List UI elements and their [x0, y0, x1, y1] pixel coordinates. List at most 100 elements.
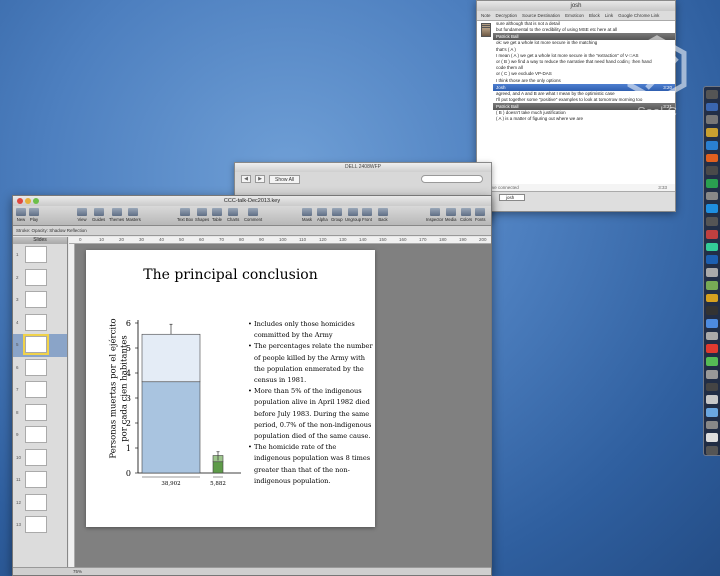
toolbar-mask-button[interactable]: Mask: [302, 208, 312, 222]
slide-navigator[interactable]: 1 2 3 4 5 6 7 8 9 10 11 12 13: [13, 244, 68, 567]
slide-thumbnail-row[interactable]: 8: [13, 402, 67, 425]
toolbar-themes-button[interactable]: Themes: [109, 208, 124, 222]
dock-app-icon[interactable]: [706, 217, 718, 226]
slide-canvas[interactable]: The principal conclusion Personas muerta…: [75, 244, 491, 567]
toolbar-alpha-button[interactable]: Alpha: [317, 208, 328, 222]
slide[interactable]: The principal conclusion Personas muerta…: [86, 250, 375, 527]
dock-app-icon[interactable]: [706, 407, 718, 417]
dock-app-icon[interactable]: [706, 433, 718, 443]
dock-app-icon[interactable]: [706, 102, 718, 112]
ruler-mark: 130: [339, 237, 347, 242]
zoom-level[interactable]: 75%: [73, 569, 82, 574]
dock-app-icon[interactable]: [706, 255, 718, 265]
toolbar-media-button[interactable]: Media: [445, 208, 456, 222]
slide-thumbnail[interactable]: [25, 448, 47, 466]
slide-thumbnail-row[interactable]: 10: [13, 447, 67, 470]
chat-toolbar-decryption[interactable]: Decryption: [496, 13, 518, 18]
toolbar-group-button[interactable]: Group: [331, 208, 343, 222]
slide-thumbnail-row[interactable]: 1: [13, 244, 67, 267]
chat-toolbar-note[interactable]: Note: [481, 13, 491, 18]
chat-input-area[interactable]: josh: [477, 191, 675, 211]
toolbar-inspector-button[interactable]: Inspector: [426, 208, 443, 222]
toolbar-charts-button[interactable]: Charts: [227, 208, 239, 222]
chat-toolbar-source[interactable]: Source Destination: [522, 13, 560, 18]
chat-toolbar-emoticon[interactable]: Emoticon: [565, 13, 584, 18]
slide-thumbnail[interactable]: [25, 403, 47, 421]
dock-app-icon[interactable]: [706, 242, 718, 252]
dock-app-icon[interactable]: [706, 293, 718, 303]
slide-thumbnail[interactable]: [25, 358, 47, 376]
chat-toolbar-link[interactable]: Link: [605, 13, 613, 18]
dock-app-icon[interactable]: [706, 128, 718, 137]
toolbar-masters-button[interactable]: Masters: [126, 208, 141, 222]
slide-thumbnail[interactable]: [25, 493, 47, 511]
zoom-icon[interactable]: [33, 198, 39, 204]
dock-app-icon[interactable]: [706, 166, 718, 176]
slide-thumbnail-row[interactable]: 7: [13, 379, 67, 402]
chat-tab-josh[interactable]: josh: [499, 194, 525, 201]
dock-app-icon[interactable]: [706, 280, 718, 290]
chat-toolbar-block[interactable]: Block: [589, 13, 600, 18]
format-bar[interactable]: Stroke: Opacity: Shadow Reflection: [13, 226, 491, 236]
slide-thumbnail-row[interactable]: 3: [13, 289, 67, 312]
dock-app-icon[interactable]: [706, 268, 718, 277]
display-prefs-search-input[interactable]: [421, 175, 483, 183]
dock-app-icon[interactable]: [706, 344, 718, 354]
toolbar-front-button[interactable]: Front: [362, 208, 372, 222]
dock-app-icon[interactable]: [706, 395, 718, 404]
close-icon[interactable]: [17, 198, 23, 204]
slide-thumbnail-row[interactable]: 13: [13, 514, 67, 537]
slide-thumbnail-row[interactable]: 11: [13, 469, 67, 492]
slide-thumbnail-row[interactable]: 6: [13, 357, 67, 380]
slide-thumbnail[interactable]: [23, 334, 49, 355]
y-tick-label: 6: [126, 319, 131, 328]
dock-app-icon[interactable]: [706, 179, 718, 188]
slide-thumbnail[interactable]: [25, 471, 47, 488]
toolbar-play-button[interactable]: Play: [29, 208, 39, 222]
dock-app-icon[interactable]: [706, 140, 718, 150]
ruler-mark: 80: [239, 237, 245, 242]
toolbar-colors-button[interactable]: Colors: [460, 208, 472, 222]
toolbar-table-button[interactable]: Table: [212, 208, 222, 222]
dock-app-icon[interactable]: [706, 369, 718, 379]
toolbar-shapes-button[interactable]: Shapes: [195, 208, 209, 222]
slide-thumbnail-row[interactable]: 2: [13, 267, 67, 290]
forward-arrow-icon[interactable]: ▶: [255, 175, 265, 183]
slide-thumbnail[interactable]: [25, 291, 47, 308]
slide-thumbnail[interactable]: [25, 246, 47, 263]
toolbar-guides-button[interactable]: Guides: [92, 208, 105, 222]
dock-app-icon[interactable]: [706, 318, 718, 328]
dock-app-icon[interactable]: [706, 90, 718, 99]
show-all-button[interactable]: Show All: [269, 174, 301, 184]
dock-app-icon[interactable]: [706, 420, 718, 430]
toolbar-ungroup-button[interactable]: Ungroup: [345, 208, 361, 222]
slide-thumbnail[interactable]: [25, 381, 47, 398]
dock-app-icon[interactable]: [706, 191, 718, 201]
dock-app-icon[interactable]: [706, 357, 718, 366]
toolbar-fonts-button[interactable]: Fonts: [475, 208, 485, 222]
back-arrow-icon[interactable]: ◀: [241, 175, 251, 183]
toolbar-view-button[interactable]: View: [77, 208, 87, 222]
dock-app-icon[interactable]: [706, 229, 718, 239]
dock-app-icon[interactable]: [706, 115, 718, 125]
minimize-icon[interactable]: [25, 198, 31, 204]
dock-app-icon[interactable]: [706, 204, 718, 214]
slide-thumbnail-row[interactable]: 12: [13, 492, 67, 515]
dock-app-icon[interactable]: [706, 382, 718, 392]
slide-thumbnail[interactable]: [25, 268, 47, 286]
toolbar-text-box-button[interactable]: Text Box: [177, 208, 193, 222]
toolbar-comment-button[interactable]: Comment: [244, 208, 262, 222]
slide-thumbnail[interactable]: [25, 313, 47, 331]
dock-app-icon[interactable]: [706, 153, 718, 163]
slide-thumbnail[interactable]: [25, 426, 47, 443]
slide-thumbnail-row[interactable]: 5: [13, 334, 67, 357]
toolbar-new-button[interactable]: New: [16, 208, 26, 222]
toolbar-back-button[interactable]: Back: [378, 208, 388, 222]
slide-thumbnail-row[interactable]: 9: [13, 424, 67, 447]
slide-thumbnail-row[interactable]: 4: [13, 312, 67, 335]
slide-thumbnail[interactable]: [25, 516, 47, 533]
chat-toolbar-chrome-link[interactable]: Google Chrome Link: [618, 13, 659, 18]
dock-app-icon[interactable]: [706, 331, 718, 341]
dock-app-icon[interactable]: [706, 446, 718, 455]
dock-app-icon[interactable]: [706, 306, 718, 315]
